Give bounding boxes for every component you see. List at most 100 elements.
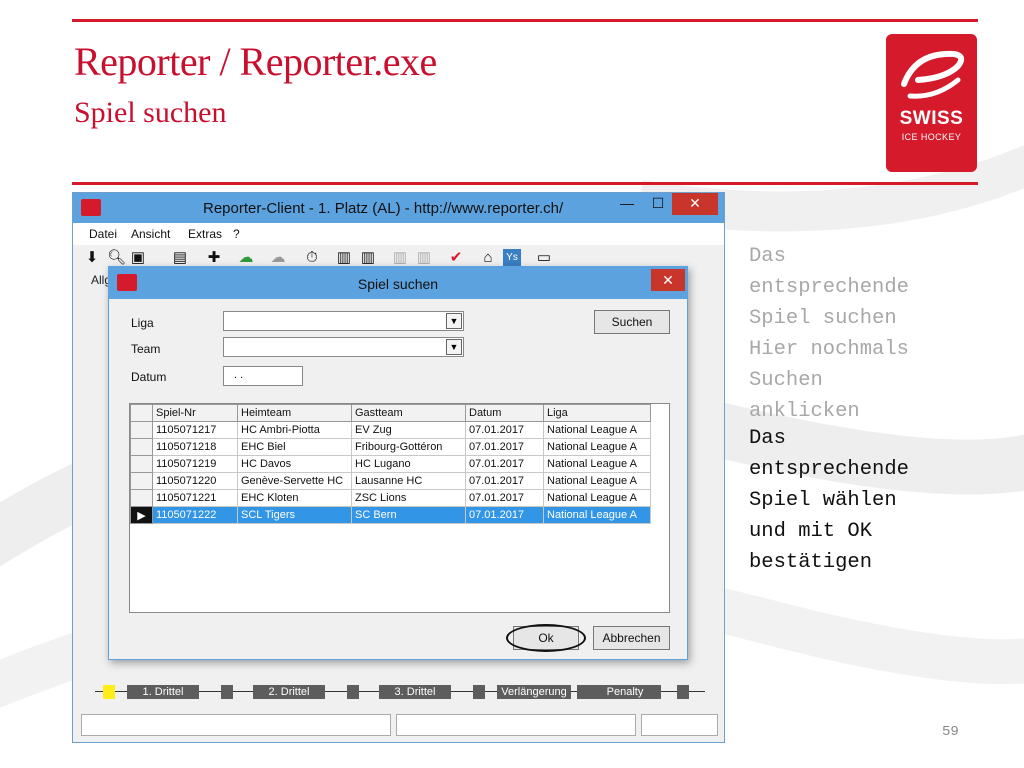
- clipboard-icon[interactable]: ▤: [171, 249, 189, 267]
- home-icon[interactable]: ⌂: [479, 249, 497, 267]
- save-icon[interactable]: ▣: [129, 249, 147, 267]
- menu-extras[interactable]: Extras: [188, 227, 222, 241]
- period-marker-active[interactable]: [103, 685, 115, 699]
- table-row[interactable]: 1105071217 HC Ambri-Piotta EV Zug 07.01.…: [130, 421, 651, 439]
- cell-liga: National League A: [543, 472, 651, 490]
- row-indicator: [130, 438, 153, 456]
- window-title: Reporter-Client - 1. Platz (AL) - http:/…: [203, 200, 564, 217]
- app-icon: [81, 199, 101, 216]
- chevron-down-icon[interactable]: ▼: [446, 339, 462, 355]
- menu-help[interactable]: ?: [233, 227, 240, 241]
- swiss-ice-hockey-logo: SWISS ICE HOCKEY: [886, 34, 977, 172]
- instruction-search-note: Das entsprechende Spiel suchen Hier noch…: [749, 245, 909, 423]
- cell-spiel-nr: 1105071220: [152, 472, 238, 490]
- cell-gastteam: SC Bern: [351, 506, 466, 524]
- spiel-suchen-dialog: Spiel suchen ✕ Liga ▼ Team ▼ Datum . . S…: [108, 266, 688, 660]
- cell-datum: 07.01.2017: [465, 489, 544, 507]
- games-grid: Spiel-Nr Heimteam Gastteam Datum Liga 11…: [129, 403, 670, 613]
- cell-heimteam: Genève-Servette HC: [237, 472, 352, 490]
- column-header-spiel-nr[interactable]: Spiel-Nr: [152, 404, 238, 422]
- stopwatch-icon[interactable]: ⏱: [303, 249, 321, 267]
- suchen-button[interactable]: Suchen: [594, 310, 670, 334]
- period-2-drittel[interactable]: 2. Drittel: [253, 685, 325, 699]
- cell-liga: National League A: [543, 421, 651, 439]
- dialog-title: Spiel suchen: [357, 276, 439, 292]
- cell-liga: National League A: [543, 455, 651, 473]
- upload-cloud-icon[interactable]: ☁: [237, 249, 255, 267]
- cell-spiel-nr: 1105071222: [152, 506, 238, 524]
- cell-heimteam: EHC Biel: [237, 438, 352, 456]
- abbrechen-button[interactable]: Abbrechen: [593, 626, 670, 650]
- games-table: Spiel-Nr Heimteam Gastteam Datum Liga 11…: [130, 404, 651, 524]
- download-icon[interactable]: ⬇: [83, 249, 101, 267]
- datum-input[interactable]: . .: [223, 366, 303, 386]
- ys-icon[interactable]: Ys: [503, 249, 521, 267]
- table-row[interactable]: 1105071220 Genève-Servette HC Lausanne H…: [130, 472, 651, 490]
- row-indicator: [130, 455, 153, 473]
- team-label: Team: [131, 342, 161, 356]
- cell-liga: National League A: [543, 489, 651, 507]
- lineup-icon-2[interactable]: ▥: [359, 249, 377, 267]
- column-header-gastteam[interactable]: Gastteam: [351, 404, 466, 422]
- period-marker[interactable]: [473, 685, 485, 699]
- checkmark-icon[interactable]: ✔: [447, 249, 465, 267]
- header-rule: [72, 19, 978, 22]
- title-rule: [72, 182, 978, 185]
- liga-label: Liga: [131, 316, 154, 330]
- lineup-disabled-icon-2: ▥: [416, 249, 432, 266]
- status-fields: [81, 714, 718, 736]
- period-penalty[interactable]: Penalty: [589, 685, 661, 699]
- slide-title: Reporter / Reporter.exe: [74, 39, 437, 84]
- team-dropdown[interactable]: ▼: [223, 337, 464, 357]
- table-header-row: Spiel-Nr Heimteam Gastteam Datum Liga: [130, 404, 651, 422]
- cell-heimteam: HC Ambri-Piotta: [237, 421, 352, 439]
- liga-dropdown[interactable]: ▼: [223, 311, 464, 331]
- column-header-liga[interactable]: Liga: [543, 404, 651, 422]
- cell-spiel-nr: 1105071217: [152, 421, 238, 439]
- cloud-disabled-icon: ☁: [270, 249, 286, 266]
- page-number: 59: [942, 724, 959, 740]
- datum-label: Datum: [131, 370, 167, 384]
- cell-datum: 07.01.2017: [465, 506, 544, 524]
- dialog-titlebar[interactable]: Spiel suchen ✕: [109, 267, 687, 299]
- current-row-arrow-icon: ▶: [130, 506, 153, 524]
- table-row[interactable]: 1105071219 HC Davos HC Lugano 07.01.2017…: [130, 455, 651, 473]
- period-3-drittel[interactable]: 3. Drittel: [379, 685, 451, 699]
- table-row-selected[interactable]: ▶ 1105071222 SCL Tigers SC Bern 07.01.20…: [130, 506, 651, 524]
- period-marker[interactable]: [577, 685, 589, 699]
- cell-datum: 07.01.2017: [465, 421, 544, 439]
- window-titlebar[interactable]: Reporter-Client - 1. Platz (AL) - http:/…: [73, 193, 724, 223]
- cell-gastteam: EV Zug: [351, 421, 466, 439]
- players-icon[interactable]: ✚: [205, 249, 223, 267]
- cell-gastteam: HC Lugano: [351, 455, 466, 473]
- chevron-down-icon[interactable]: ▼: [446, 313, 462, 329]
- cell-liga: National League A: [543, 506, 651, 524]
- lineup-icon[interactable]: ▥: [335, 249, 353, 267]
- tv-icon[interactable]: ▭: [535, 249, 553, 267]
- period-marker[interactable]: [347, 685, 359, 699]
- search-icon[interactable]: 🔍︎: [107, 249, 126, 267]
- cell-gastteam: Lausanne HC: [351, 472, 466, 490]
- cell-gastteam: Fribourg-Gottéron: [351, 438, 466, 456]
- period-verlaengerung[interactable]: Verlängerung: [497, 685, 571, 699]
- period-marker[interactable]: [677, 685, 689, 699]
- minimize-button[interactable]: —: [613, 193, 641, 215]
- cell-heimteam: HC Davos: [237, 455, 352, 473]
- maximize-button[interactable]: ☐: [644, 193, 672, 215]
- instruction-select-note: Das entsprechende Spiel wählen und mit O…: [749, 427, 909, 574]
- column-header-datum[interactable]: Datum: [465, 404, 544, 422]
- period-bar: 1. Drittel 2. Drittel 3. Drittel Verläng…: [81, 681, 718, 703]
- menu-ansicht[interactable]: Ansicht: [131, 227, 170, 241]
- period-marker[interactable]: [221, 685, 233, 699]
- cell-heimteam: SCL Tigers: [237, 506, 352, 524]
- status-field: [81, 714, 391, 736]
- dialog-close-button[interactable]: ✕: [651, 269, 685, 291]
- row-indicator: [130, 489, 153, 507]
- table-row[interactable]: 1105071221 EHC Kloten ZSC Lions 07.01.20…: [130, 489, 651, 507]
- menu-datei[interactable]: Datei: [89, 227, 117, 241]
- column-header-heimteam[interactable]: Heimteam: [237, 404, 352, 422]
- table-row[interactable]: 1105071218 EHC Biel Fribourg-Gottéron 07…: [130, 438, 651, 456]
- period-1-drittel[interactable]: 1. Drittel: [127, 685, 199, 699]
- menu-bar: Datei Ansicht Extras ?: [73, 223, 724, 245]
- close-button[interactable]: ✕: [672, 193, 718, 215]
